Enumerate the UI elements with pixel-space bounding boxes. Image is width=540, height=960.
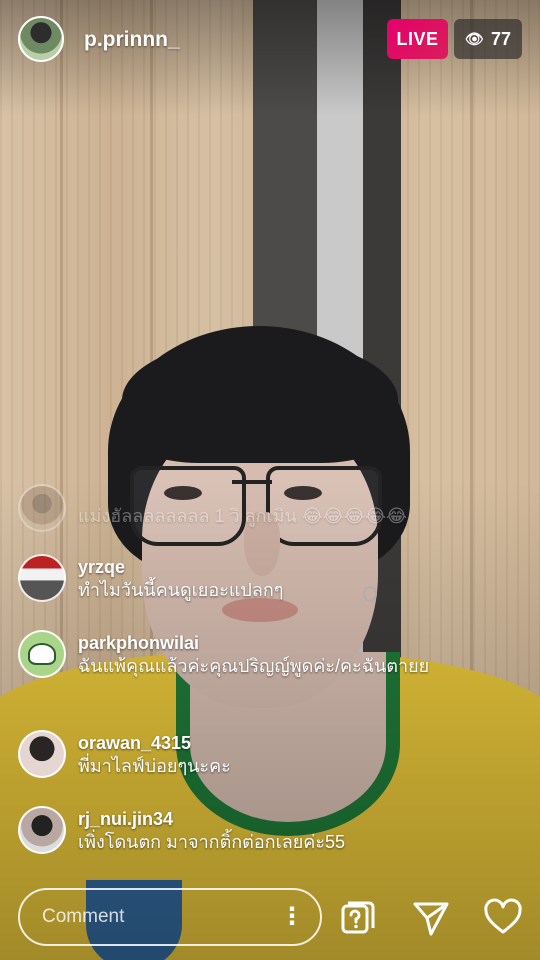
comment-item: แม่งฮัลลลลลลลล 1 วิ ลูกเมิน 😂😂😂😂😂 [18,484,518,532]
live-header: p.prinnn_ LIVE 👁 77 [0,0,540,80]
eye-icon: 👁 [464,31,484,48]
comment-text: ทำไมวันนี้คนดูเยอะแปลกๆ [78,580,284,600]
live-badge: LIVE [387,19,448,59]
comment-username[interactable]: orawan_4315 [78,732,231,754]
comment-placeholder: Comment [42,906,125,927]
heart-icon-graphic [484,898,522,934]
dinosaur-icon [28,643,56,665]
commenter-avatar[interactable] [18,806,66,854]
commenter-avatar[interactable] [18,730,66,778]
comment-text: ฉันแพ้คุณแล้วค่ะคุณปริญญ์พูดค่ะ/คะฉันตาย… [78,656,430,676]
host-username[interactable]: p.prinnn_ [84,28,180,52]
question-icon[interactable] [336,896,380,940]
comment-username[interactable]: yrzqe [78,556,283,578]
commenter-avatar[interactable] [18,630,66,678]
heart-icon[interactable] [481,896,525,940]
more-options-icon[interactable]: ⋮ [280,905,304,929]
commenter-avatar[interactable] [18,554,66,602]
comment-input[interactable]: Comment ⋮ [18,888,322,946]
commenter-avatar[interactable] [18,484,66,532]
host-avatar[interactable] [18,16,64,62]
comment-text: แม่งฮัลลลลลลลล 1 วิ ลูกเมิน 😂😂😂😂😂 [78,506,408,526]
send-icon[interactable] [409,896,453,940]
question-icon-graphic [341,901,375,934]
comment-item: rj_nui.jin34 เพิ่งโดนตก มาจากติ้กต่อกเลย… [18,806,518,854]
comment-text: เพิ่งโดนตก มาจากติ้กต่อกเลยค่ะ55 [78,832,346,852]
viewer-count: 77 [491,28,512,49]
comment-username[interactable]: rj_nui.jin34 [78,808,345,830]
send-icon-graphic [413,902,449,936]
comment-item: orawan_4315 พี่มาไลฟ์บ่อยๆนะคะ [18,730,518,778]
comment-item: parkphonwilai ฉันแพ้คุณแล้วค่ะคุณปริญญ์พ… [18,630,518,678]
viewer-count-badge[interactable]: 👁 77 [454,19,522,59]
comment-username[interactable]: parkphonwilai [78,632,429,654]
comment-text: พี่มาไลฟ์บ่อยๆนะคะ [78,756,231,776]
comment-item: yrzqe ทำไมวันนี้คนดูเยอะแปลกๆ [18,554,518,602]
